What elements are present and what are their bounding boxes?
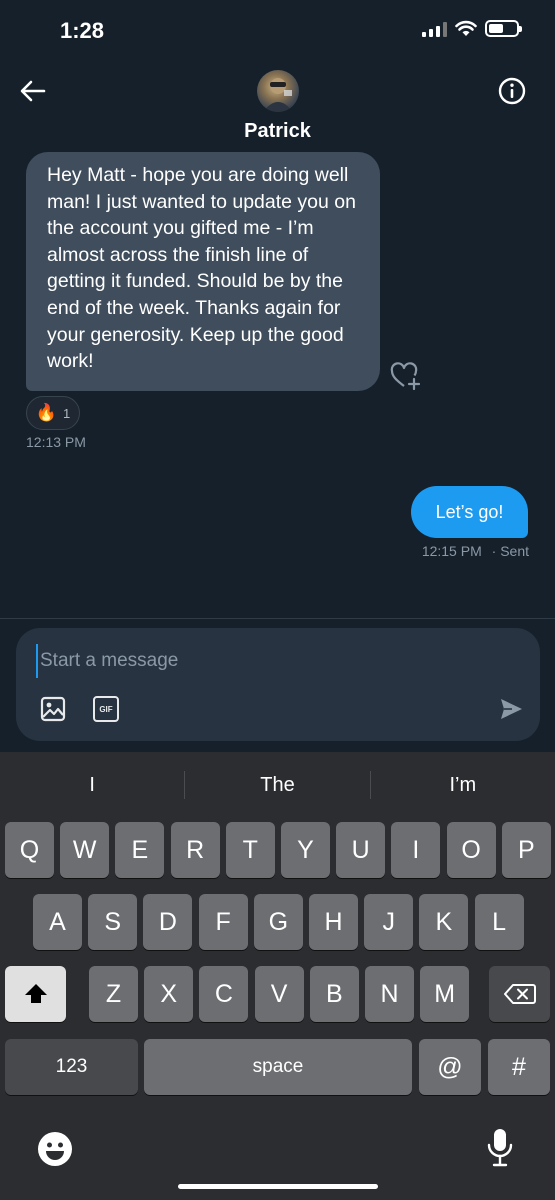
hash-key[interactable]: # <box>488 1039 550 1095</box>
outgoing-meta: 12:15 PM · Sent <box>422 543 529 559</box>
fire-emoji-icon: 🔥 <box>35 403 57 422</box>
at-key[interactable]: @ <box>419 1039 481 1095</box>
key-o[interactable]: O <box>446 822 496 878</box>
arrow-left-icon <box>20 80 46 102</box>
back-button[interactable] <box>16 74 50 108</box>
incoming-timestamp: 12:13 PM <box>26 434 86 450</box>
reaction-count: 1 <box>62 405 71 421</box>
avatar[interactable] <box>257 70 299 112</box>
backspace-icon <box>503 984 536 1004</box>
status-bar: 1:28 <box>0 0 555 62</box>
incoming-message-bubble[interactable]: Hey Matt - hope you are doing well man! … <box>26 152 380 391</box>
info-circle-icon <box>498 77 526 105</box>
key-l[interactable]: L <box>474 894 524 950</box>
key-d[interactable]: D <box>143 894 193 950</box>
key-r[interactable]: R <box>170 822 220 878</box>
key-k[interactable]: K <box>419 894 469 950</box>
home-indicator <box>178 1184 378 1189</box>
media-button[interactable] <box>40 696 66 722</box>
add-reaction-button[interactable] <box>390 362 422 391</box>
key-h[interactable]: H <box>309 894 358 950</box>
key-y[interactable]: Y <box>281 822 330 878</box>
key-i[interactable]: I <box>391 822 441 878</box>
key-c[interactable]: C <box>199 966 249 1022</box>
composer-divider <box>0 618 555 619</box>
gif-button[interactable]: GIF <box>93 696 119 722</box>
suggestion-2[interactable]: The <box>185 766 369 804</box>
key-e[interactable]: E <box>115 822 165 878</box>
key-q[interactable]: Q <box>5 822 54 878</box>
send-icon <box>501 699 522 719</box>
key-j[interactable]: J <box>364 894 414 950</box>
key-u[interactable]: U <box>336 822 386 878</box>
emoji-smile-icon <box>38 1132 72 1166</box>
space-key[interactable]: space <box>144 1039 412 1095</box>
outgoing-timestamp: 12:15 PM <box>421 543 482 559</box>
status-icons <box>422 20 522 37</box>
message-input[interactable] <box>36 644 476 678</box>
suggestion-3[interactable]: I’m <box>371 766 555 804</box>
shift-arrow-icon <box>24 984 47 1003</box>
key-f[interactable]: F <box>198 894 248 950</box>
gif-label: GIF <box>99 704 113 714</box>
key-n[interactable]: N <box>365 966 414 1022</box>
key-x[interactable]: X <box>144 966 194 1022</box>
numbers-key[interactable]: 123 <box>5 1039 138 1095</box>
emoji-key[interactable] <box>37 1131 73 1167</box>
cellular-signal-icon <box>422 21 447 37</box>
send-button[interactable] <box>498 696 524 722</box>
outgoing-message-bubble[interactable]: Let’s go! <box>411 486 528 538</box>
shift-key[interactable] <box>5 966 66 1022</box>
key-t[interactable]: T <box>225 822 275 878</box>
key-z[interactable]: Z <box>89 966 138 1022</box>
status-time: 1:28 <box>60 18 105 43</box>
key-m[interactable]: M <box>420 966 470 1022</box>
key-w[interactable]: W <box>60 822 110 878</box>
battery-icon <box>485 20 522 37</box>
wifi-icon <box>455 20 477 36</box>
image-icon <box>40 696 66 722</box>
suggestion-bar: I The I’m <box>0 766 555 804</box>
delete-key[interactable] <box>489 966 550 1022</box>
contact-name[interactable]: Patrick <box>0 120 555 143</box>
dictation-key[interactable] <box>486 1128 514 1168</box>
microphone-icon <box>487 1129 513 1167</box>
key-s[interactable]: S <box>88 894 138 950</box>
key-b[interactable]: B <box>309 966 359 1022</box>
key-g[interactable]: G <box>253 894 303 950</box>
conversation-header: Patrick <box>0 62 555 152</box>
info-button[interactable] <box>495 74 529 108</box>
avatar-image <box>263 78 293 112</box>
message-composer: GIF <box>16 628 540 741</box>
heart-plus-icon <box>390 362 421 391</box>
key-v[interactable]: V <box>254 966 304 1022</box>
outgoing-status: · Sent <box>491 543 529 559</box>
reaction-pill[interactable]: 🔥 1 <box>26 396 80 430</box>
suggestion-1[interactable]: I <box>0 766 184 804</box>
key-a[interactable]: A <box>33 894 82 950</box>
key-p[interactable]: P <box>501 822 551 878</box>
